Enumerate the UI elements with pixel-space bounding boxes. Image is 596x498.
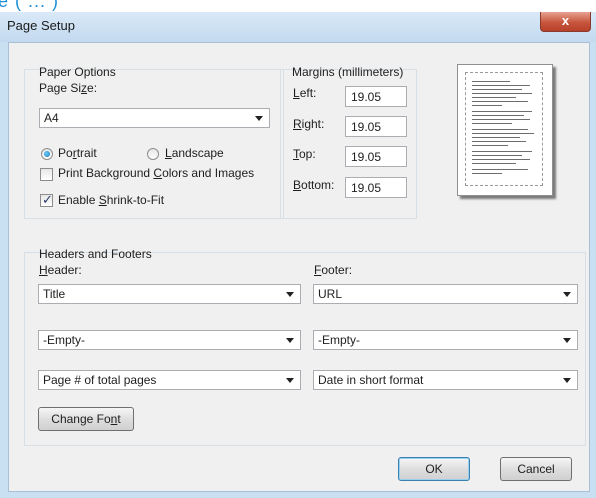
footer-select-2[interactable]: -Empty- xyxy=(313,330,578,350)
portrait-label: Portrait xyxy=(58,146,97,160)
cancel-button[interactable]: Cancel xyxy=(500,457,572,481)
landscape-radio[interactable] xyxy=(147,148,159,160)
top-margin-value: 19.05 xyxy=(351,150,382,164)
top-margin-label: Top: xyxy=(293,147,316,161)
print-background-checkbox[interactable] xyxy=(40,168,53,181)
bottom-margin-value: 19.05 xyxy=(351,181,382,195)
portrait-radio[interactable] xyxy=(41,148,53,160)
chevron-down-icon xyxy=(563,292,571,297)
print-background-label: Print Background Colors and Images xyxy=(58,166,255,180)
chevron-down-icon xyxy=(286,378,294,383)
footer-select-3-value: Date in short format xyxy=(318,373,424,387)
right-margin-value: 19.05 xyxy=(351,120,382,134)
page-size-label: Page Size: xyxy=(39,81,98,95)
header-label: Header: xyxy=(39,263,82,277)
page-preview-icon xyxy=(457,64,553,196)
dialog-title: Page Setup xyxy=(7,18,75,33)
footer-select-3[interactable]: Date in short format xyxy=(313,370,578,390)
landscape-label: Landscape xyxy=(165,146,224,160)
footer-label: Footer: xyxy=(314,263,353,277)
ok-button[interactable]: OK xyxy=(398,457,470,481)
chevron-down-icon xyxy=(563,338,571,343)
shrink-to-fit-label: Enable Shrink-to-Fit xyxy=(58,193,165,207)
background-text: e ( ... ) xyxy=(0,0,60,11)
footer-select-1-value: URL xyxy=(318,287,343,301)
header-select-1-value: Title xyxy=(43,287,66,301)
footer-select-1[interactable]: URL xyxy=(313,284,578,304)
checkmark-icon: ✓ xyxy=(42,192,53,207)
right-margin-input[interactable]: 19.05 xyxy=(345,116,407,137)
paper-options-label: Paper Options xyxy=(39,65,116,79)
chevron-down-icon xyxy=(563,378,571,383)
left-margin-label: Left: xyxy=(293,86,317,100)
header-select-2-value: -Empty- xyxy=(43,333,85,347)
header-select-3[interactable]: Page # of total pages xyxy=(38,370,301,390)
top-margin-input[interactable]: 19.05 xyxy=(345,146,407,167)
preview-margin-outline xyxy=(465,72,543,186)
title-bar[interactable] xyxy=(0,12,596,42)
header-select-1[interactable]: Title xyxy=(38,284,301,304)
page-size-value: A4 xyxy=(44,111,59,125)
headers-footers-label: Headers and Footers xyxy=(39,247,152,261)
header-select-3-value: Page # of total pages xyxy=(43,373,157,387)
chevron-down-icon xyxy=(286,292,294,297)
chevron-down-icon xyxy=(255,116,263,121)
bottom-margin-label: Bottom: xyxy=(293,178,335,192)
right-margin-label: Right: xyxy=(293,117,325,131)
page-size-select[interactable]: A4 xyxy=(39,108,270,128)
close-button[interactable]: x xyxy=(540,12,591,32)
footer-select-2-value: -Empty- xyxy=(318,333,360,347)
change-font-button[interactable]: Change Font xyxy=(38,407,134,431)
left-margin-input[interactable]: 19.05 xyxy=(345,86,407,107)
bottom-margin-input[interactable]: 19.05 xyxy=(345,177,407,198)
close-icon: x xyxy=(561,13,570,28)
left-margin-value: 19.05 xyxy=(351,90,382,104)
shrink-to-fit-checkbox[interactable]: ✓ xyxy=(40,192,53,207)
margins-label: Margins (millimeters) xyxy=(292,65,404,79)
chevron-down-icon xyxy=(286,338,294,343)
header-select-2[interactable]: -Empty- xyxy=(38,330,301,350)
